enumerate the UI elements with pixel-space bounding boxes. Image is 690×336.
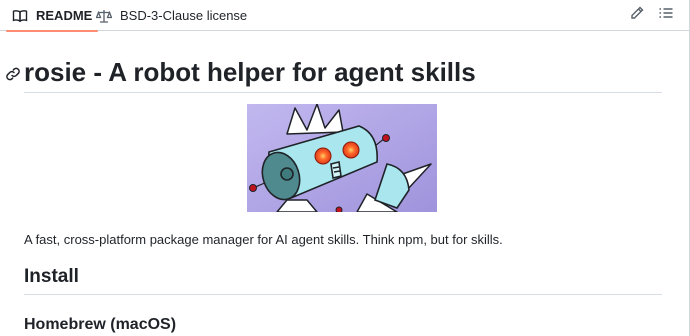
tab-license-label: BSD-3-Clause license [120,8,248,23]
edit-button[interactable] [625,3,649,27]
install-divider [24,294,662,295]
robot-logo-image [247,104,437,212]
title-divider [24,92,662,93]
homebrew-heading: Homebrew (macOS) [24,316,177,333]
tab-readme[interactable]: README [6,0,99,32]
pencil-icon [629,5,645,26]
tab-readme-label: README [36,8,93,23]
book-icon [12,8,28,24]
tab-license[interactable]: BSD-3-Clause license [90,0,253,31]
readme-title: rosie - A robot helper for agent skills [24,57,476,87]
readme-description: A fast, cross-platform package manager f… [24,232,503,247]
link-anchor-icon[interactable] [5,66,21,82]
table-of-contents-button[interactable] [654,3,678,27]
readme-tab-bar: README BSD-3-Clause license [0,0,689,32]
readme-panel: README BSD-3-Clause license rosie - A ro… [0,0,690,336]
scale-icon [96,8,112,24]
install-heading: Install [24,266,79,287]
list-icon [658,5,674,26]
